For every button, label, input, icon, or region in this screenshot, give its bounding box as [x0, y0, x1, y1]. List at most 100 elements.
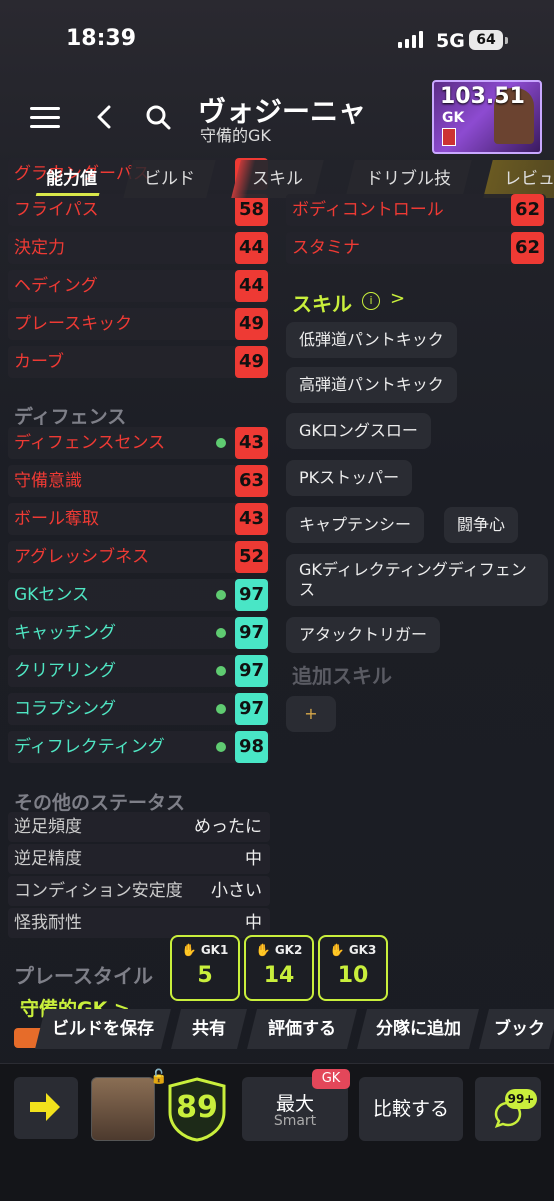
button-label: 評価する	[268, 1019, 336, 1039]
stat-value: 97	[235, 579, 268, 611]
gk-rating-card[interactable]: ✋ GK1 5	[170, 935, 240, 1001]
stat-label: ボール奪取	[14, 509, 99, 529]
stat-label: スタミナ	[292, 238, 360, 258]
go-button[interactable]	[14, 1077, 78, 1139]
tab-label: 能力値	[46, 169, 97, 189]
skill-chip[interactable]: 低弾道パントキック	[286, 322, 457, 358]
add-to-squad-button[interactable]: 分隊に追加	[357, 1009, 479, 1049]
stat-value: 62	[511, 194, 544, 226]
status-time: 18:39	[66, 26, 137, 51]
tab-skills[interactable]: スキル	[231, 160, 324, 198]
chevron-right-icon[interactable]: >	[390, 288, 405, 309]
stat-label: クリアリング	[14, 661, 116, 681]
max-tag: GK	[312, 1069, 350, 1089]
info-icon[interactable]: i	[362, 292, 380, 310]
rate-button[interactable]: 評価する	[247, 1009, 357, 1049]
tab-dribble[interactable]: ドリブル技	[345, 160, 472, 198]
gk-rating-value: 5	[197, 963, 213, 988]
gk-rating-card[interactable]: ✋ GK2 14	[244, 935, 314, 1001]
stat-value: 97	[235, 655, 268, 687]
skill-chip[interactable]: アタックトリガー	[286, 617, 441, 653]
stat-value: 43	[235, 503, 268, 535]
skill-chip[interactable]: 闘争心	[444, 507, 519, 543]
stat-label: ボディコントロール	[292, 200, 444, 220]
chat-badge: 99+	[505, 1089, 537, 1109]
compare-button[interactable]: 比較する	[359, 1077, 463, 1141]
button-label: 共有	[192, 1019, 226, 1039]
skill-chip[interactable]: 高弾道パントキック	[286, 367, 457, 403]
skill-chip[interactable]: GKロングスロー	[286, 413, 431, 449]
other-status-value: 小さい	[211, 881, 262, 901]
gk-rating-label: GK3	[348, 943, 377, 957]
player-card-thumbnail[interactable]: 103.51 GK	[432, 80, 542, 154]
stat-row: クリアリング 97	[8, 655, 270, 687]
signal-icon	[398, 30, 423, 48]
button-label: 分隊に追加	[375, 1019, 461, 1039]
network-label: 5G	[436, 30, 465, 52]
other-status-value: 中	[245, 913, 262, 933]
tab-stats[interactable]: 能力値	[25, 160, 117, 198]
stat-row: ヘディング 44	[8, 270, 270, 302]
stat-row: ボディコントロール 62	[286, 194, 546, 226]
button-label: ブック	[493, 1019, 545, 1039]
max-sub-label: Smart	[273, 1113, 317, 1129]
stat-label: キャッチング	[14, 623, 116, 643]
tab-reviews[interactable]: レビュ	[483, 160, 554, 198]
stat-row: カーブ 49	[8, 346, 270, 378]
tab-build[interactable]: ビルド	[123, 160, 216, 198]
skill-chip[interactable]: GKディレクティングディフェンス	[286, 554, 548, 606]
overall-value: 89	[176, 1090, 218, 1125]
other-status-row: コンディション安定度 小さい	[8, 876, 270, 906]
chat-button[interactable]: 99+	[475, 1077, 541, 1141]
stat-row: ディフェンスセンス 43	[8, 427, 270, 459]
add-skill-button[interactable]: +	[286, 696, 336, 732]
skills-title[interactable]: スキル	[292, 288, 352, 317]
gk-rating-card[interactable]: ✋ GK3 10	[318, 935, 388, 1001]
stat-value: 49	[235, 346, 268, 378]
other-status-key: 逆足精度	[14, 849, 82, 869]
other-status-value: めったに	[194, 817, 262, 837]
boost-dot-icon	[216, 704, 226, 714]
stat-label: プレースキック	[14, 314, 133, 334]
stat-value: 52	[235, 541, 268, 573]
skill-chip[interactable]: キャプテンシー	[286, 507, 425, 543]
other-status-key: 逆足頻度	[14, 817, 82, 837]
search-icon[interactable]	[145, 104, 171, 130]
back-icon[interactable]	[92, 104, 118, 130]
stat-row: 守備意識 63	[8, 465, 270, 497]
unlock-icon: 🔓	[150, 1069, 168, 1085]
other-status-row: 逆足頻度 めったに	[8, 812, 270, 842]
share-button[interactable]: 共有	[171, 1009, 247, 1049]
skill-chip[interactable]: PKストッパー	[286, 460, 413, 496]
button-label: ビルドを保存	[52, 1019, 154, 1039]
stat-label: ディフェンスセンス	[14, 433, 166, 453]
max-label: 最大	[275, 1093, 314, 1115]
stat-label: アグレッシブネス	[14, 547, 150, 567]
save-build-button[interactable]: ビルドを保存	[35, 1009, 171, 1049]
action-bar: ビルドを保存 共有 評価する 分隊に追加 ブック	[0, 1005, 554, 1051]
status-bar: 18:39 5G 64	[0, 0, 554, 80]
player-position: 守備的GK	[200, 126, 271, 145]
other-status-value: 中	[245, 849, 262, 869]
stat-value: 62	[511, 232, 544, 264]
stat-value: 97	[235, 693, 268, 725]
bookmark-button[interactable]: ブック	[479, 1009, 554, 1049]
stat-row: アグレッシブネス 52	[8, 541, 270, 573]
gk-rating-label: GK2	[274, 943, 303, 957]
other-status-key: 怪我耐性	[14, 913, 82, 933]
boost-dot-icon	[216, 666, 226, 676]
gk-rating-value: 10	[337, 963, 369, 988]
bottom-bar: 🔓 89 最大 Smart GK 比較する 99+	[0, 1063, 554, 1201]
stat-label: 決定力	[14, 238, 65, 258]
other-status-row: 逆足精度 中	[8, 844, 270, 874]
other-status-key: コンディション安定度	[14, 881, 183, 901]
manager-avatar[interactable]	[91, 1077, 155, 1141]
section-title-other: その他のステータス	[14, 792, 186, 814]
boost-dot-icon	[216, 438, 226, 448]
stat-value: 63	[235, 465, 268, 497]
battery-icon: 64	[469, 30, 508, 50]
menu-icon[interactable]	[30, 107, 60, 129]
max-level-button[interactable]: 最大 Smart GK	[242, 1069, 350, 1141]
gk-rating-label: GK1	[200, 943, 229, 957]
stat-label: GKセンス	[14, 585, 89, 605]
